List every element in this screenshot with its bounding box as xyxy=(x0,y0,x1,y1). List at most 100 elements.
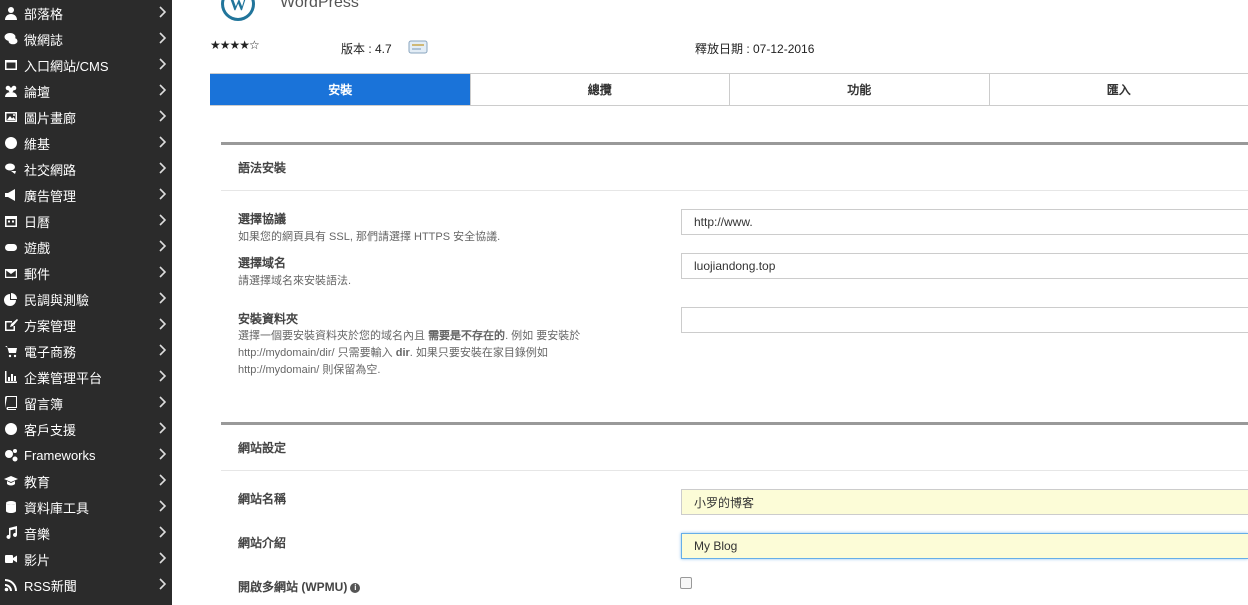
sidebar-item-5[interactable]: 維基 xyxy=(0,130,172,156)
tab-install[interactable]: 安裝 xyxy=(210,74,470,105)
sidebar-item-14[interactable]: 企業管理平台 xyxy=(0,364,172,390)
protocol-select[interactable]: http://www. xyxy=(681,209,1248,235)
sidebar-item-21[interactable]: 影片 xyxy=(0,546,172,572)
chevron-right-icon xyxy=(158,344,167,356)
users-icon xyxy=(4,84,18,98)
sidebar-item-label: 資料庫工具 xyxy=(24,500,90,516)
site-section-title: 網站設定 xyxy=(238,441,287,455)
sidebar-item-20[interactable]: 音樂 xyxy=(0,520,172,546)
svg-text:W: W xyxy=(230,0,247,14)
envelope-icon xyxy=(4,266,18,280)
sidebar-item-9[interactable]: 遊戲 xyxy=(0,234,172,260)
sidebar-item-label: 客戶支援 xyxy=(24,422,77,438)
sidebar-item-18[interactable]: 教育 xyxy=(0,468,172,494)
sidebar-item-label: 論壇 xyxy=(24,84,51,100)
chevron-right-icon xyxy=(158,318,167,330)
sidebar-item-label: 微網誌 xyxy=(24,32,64,48)
site-name-input[interactable]: 小罗的博客 xyxy=(681,489,1248,515)
sidebar-item-7[interactable]: 廣告管理 xyxy=(0,182,172,208)
database-icon xyxy=(4,500,18,514)
sidebar-item-label: 部落格 xyxy=(24,6,64,22)
cogs-icon xyxy=(4,448,18,462)
sidebar-item-label: 郵件 xyxy=(24,266,51,282)
pie-chart-icon xyxy=(4,292,18,306)
video-icon xyxy=(4,552,18,566)
sidebar-item-label: 維基 xyxy=(24,136,51,152)
image-icon xyxy=(4,110,18,124)
chevron-right-icon xyxy=(158,136,167,148)
graduation-cap-icon xyxy=(4,474,18,488)
domain-help: 請選擇域名來安裝語法. xyxy=(238,275,352,287)
sidebar-item-label: 遊戲 xyxy=(24,240,51,256)
site-desc-label: 網站介紹 xyxy=(238,536,287,550)
info-icon[interactable]: i xyxy=(350,582,361,593)
sidebar-item-label: 企業管理平台 xyxy=(24,370,103,386)
sidebar-item-label: 廣告管理 xyxy=(24,188,77,204)
changelog-icon[interactable] xyxy=(408,40,428,54)
protocol-help: 如果您的網頁具有 SSL, 那們請選擇 HTTPS 安全協議. xyxy=(238,231,501,243)
chevron-right-icon xyxy=(158,500,167,512)
lifebuoy-icon xyxy=(4,422,18,436)
sidebar-item-label: 圖片畫廊 xyxy=(24,110,77,126)
sidebar-item-4[interactable]: 圖片畫廊 xyxy=(0,104,172,130)
bullhorn-icon xyxy=(4,188,18,202)
sidebar-item-label: Frameworks xyxy=(24,447,96,463)
sidebar-item-label: 日曆 xyxy=(24,214,51,230)
sidebar: 部落格微網誌入口網站/CMS 論壇圖片畫廊維基社交網路廣告管理日曆遊戲郵件民調與測… xyxy=(0,0,172,605)
chevron-right-icon xyxy=(158,370,167,382)
app-name: WordPress xyxy=(280,0,359,11)
site-desc-input[interactable]: My Blog xyxy=(681,533,1248,559)
tab-overview[interactable]: 總攬 xyxy=(469,74,730,105)
domain-select[interactable]: luojiandong.top xyxy=(681,253,1248,279)
sidebar-item-11[interactable]: 民調與測驗 xyxy=(0,286,172,312)
chevron-right-icon xyxy=(158,422,167,434)
chevron-right-icon xyxy=(158,188,167,200)
window-icon xyxy=(4,58,18,72)
sidebar-item-label: 方案管理 xyxy=(24,318,77,334)
user-icon xyxy=(4,6,18,20)
sidebar-item-1[interactable]: 微網誌 xyxy=(0,26,172,52)
sidebar-item-0[interactable]: 部落格 xyxy=(0,0,172,26)
sidebar-item-8[interactable]: 日曆 xyxy=(0,208,172,234)
rss-icon xyxy=(4,578,18,592)
install-section-divider xyxy=(221,142,1248,145)
sidebar-item-22[interactable]: RSS新聞 xyxy=(0,572,172,598)
multisite-label: 開啟多網站 (WPMU) i xyxy=(238,578,361,595)
sidebar-item-3[interactable]: 論壇 xyxy=(0,78,172,104)
chevron-right-icon xyxy=(158,110,167,122)
chevron-right-icon xyxy=(158,6,167,18)
sidebar-item-2[interactable]: 入口網站/CMS xyxy=(0,52,172,78)
chevron-right-icon xyxy=(158,240,167,252)
multisite-checkbox[interactable] xyxy=(680,577,692,589)
sidebar-item-6[interactable]: 社交網路 xyxy=(0,156,172,182)
sidebar-item-19[interactable]: 資料庫工具 xyxy=(0,494,172,520)
directory-label: 安裝資料夾 xyxy=(238,312,299,326)
sidebar-item-label: 入口網站/CMS xyxy=(24,58,109,74)
chevron-right-icon xyxy=(158,474,167,486)
sidebar-item-10[interactable]: 郵件 xyxy=(0,260,172,286)
sidebar-item-label: RSS新聞 xyxy=(24,578,77,594)
chevron-right-icon xyxy=(158,526,167,538)
chevron-right-icon xyxy=(158,552,167,564)
chevron-right-icon xyxy=(158,84,167,96)
wordpress-logo-icon: W xyxy=(221,0,255,21)
site-section-separator xyxy=(221,470,1248,471)
chevron-right-icon xyxy=(158,266,167,278)
sidebar-item-16[interactable]: 客戶支援 xyxy=(0,416,172,442)
tab-features[interactable]: 功能 xyxy=(729,74,989,105)
sidebar-item-label: 影片 xyxy=(24,552,51,568)
sidebar-item-label: 教育 xyxy=(24,474,51,490)
sidebar-item-12[interactable]: 方案管理 xyxy=(0,312,172,338)
chevron-right-icon xyxy=(158,396,167,408)
sidebar-item-17[interactable]: Frameworks xyxy=(0,442,172,468)
site-name-label: 網站名稱 xyxy=(238,492,287,506)
music-icon xyxy=(4,526,18,540)
sidebar-item-13[interactable]: 電子商務 xyxy=(0,338,172,364)
book-icon xyxy=(4,396,18,410)
rating-stars: ★★★★☆ xyxy=(210,38,260,52)
directory-input[interactable] xyxy=(681,307,1248,333)
tab-import[interactable]: 匯入 xyxy=(988,74,1248,105)
chevron-right-icon xyxy=(158,32,167,44)
sidebar-item-15[interactable]: 留言簿 xyxy=(0,390,172,416)
sidebar-item-label: 社交網路 xyxy=(24,162,77,178)
